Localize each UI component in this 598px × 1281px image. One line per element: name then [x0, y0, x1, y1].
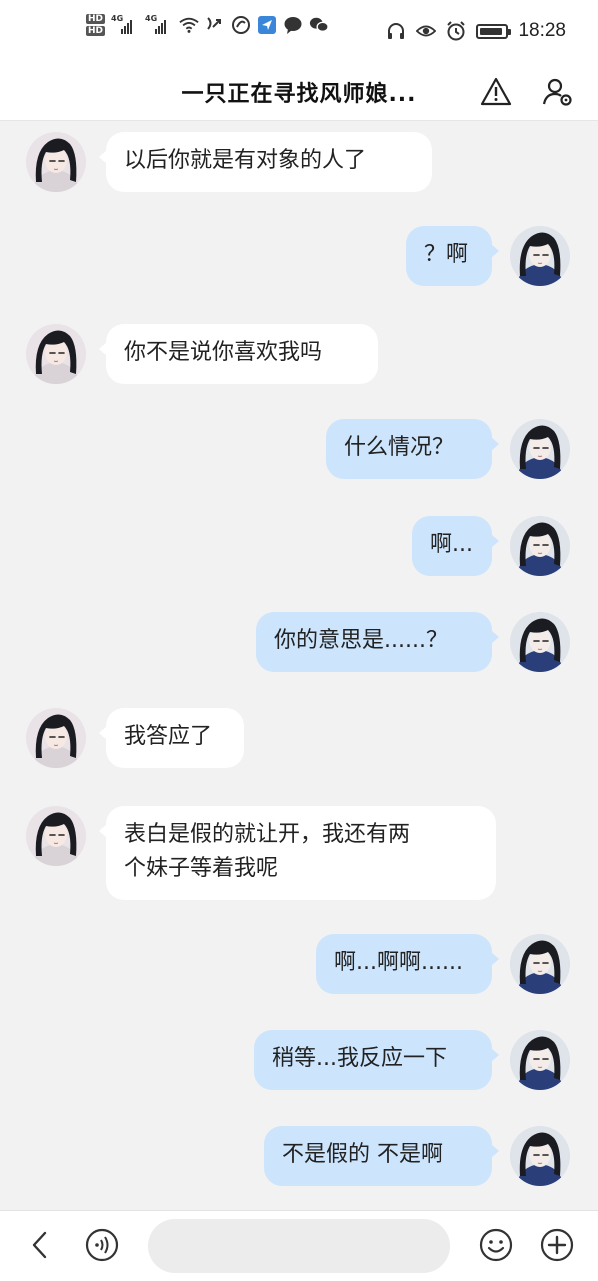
wifi-calling-icon: [205, 15, 225, 35]
outgoing-message-bubble[interactable]: ？啊: [406, 226, 499, 286]
battery-icon: [476, 23, 512, 39]
status-left-icons: HD HD 4G 4G: [86, 14, 329, 36]
contact-avatar[interactable]: [26, 806, 86, 866]
contact-avatar[interactable]: [26, 132, 86, 192]
outgoing-message-bubble[interactable]: 你的意思是......？: [256, 612, 499, 672]
signal-1-icon: 4G: [111, 14, 139, 36]
message-input[interactable]: [148, 1219, 450, 1273]
chevron-left-icon: [32, 1231, 47, 1259]
chat-header: 一只正在寻找风师娘...: [0, 66, 598, 121]
input-bar: [0, 1210, 598, 1281]
incoming-message-bubble[interactable]: 表白是假的就让开，我还有两 个妹子等着我呢: [99, 806, 496, 900]
report-button[interactable]: [476, 72, 516, 112]
outgoing-message-bubble[interactable]: 不是假的 不是啊: [264, 1126, 499, 1186]
user-settings-icon: [542, 78, 572, 106]
alarm-icon: [446, 21, 466, 41]
more-button[interactable]: [537, 1225, 577, 1265]
headset-icon: [386, 21, 406, 41]
my-avatar[interactable]: [510, 1030, 570, 1090]
status-time: 18:28: [518, 20, 566, 41]
outgoing-message-bubble[interactable]: 啊...: [412, 516, 499, 576]
status-right-icons: 18:28: [386, 20, 566, 42]
outgoing-message-bubble[interactable]: 啊...啊啊......: [316, 934, 499, 994]
my-avatar[interactable]: [510, 934, 570, 994]
warning-icon: [480, 77, 512, 106]
hd-badge-2: HD: [86, 26, 106, 36]
hd-indicators: HD HD: [86, 14, 106, 36]
incoming-message-bubble[interactable]: 你不是说你喜欢我吗: [99, 324, 378, 384]
wifi-icon: [179, 15, 199, 35]
my-avatar[interactable]: [510, 226, 570, 286]
app-sync-icon: [231, 15, 251, 35]
eye-icon: [416, 21, 437, 41]
contact-avatar[interactable]: [26, 324, 86, 384]
my-avatar[interactable]: [510, 1126, 570, 1186]
hd-badge-1: HD: [86, 14, 106, 24]
chat-bubble-icon: [283, 15, 303, 35]
voice-button[interactable]: [82, 1225, 122, 1265]
my-avatar[interactable]: [510, 612, 570, 672]
outgoing-message-bubble[interactable]: 稍等...我反应一下: [254, 1030, 499, 1090]
back-button[interactable]: [20, 1225, 60, 1265]
chat-settings-button[interactable]: [538, 72, 578, 112]
my-avatar[interactable]: [510, 419, 570, 479]
app-notify-icon: [257, 15, 277, 35]
incoming-message-bubble[interactable]: 以后你就是有对象的人了: [99, 132, 432, 192]
signal-2-icon: 4G: [145, 14, 173, 36]
voice-icon: [85, 1228, 119, 1262]
smiley-icon: [479, 1228, 513, 1262]
wechat-icon: [309, 15, 329, 35]
plus-circle-icon: [540, 1228, 574, 1262]
contact-avatar[interactable]: [26, 708, 86, 768]
outgoing-message-bubble[interactable]: 什么情况？: [326, 419, 499, 479]
emoji-button[interactable]: [476, 1225, 516, 1265]
incoming-message-bubble[interactable]: 我答应了: [99, 708, 244, 768]
status-bar: HD HD 4G 4G 18:28: [0, 0, 598, 66]
my-avatar[interactable]: [510, 516, 570, 576]
